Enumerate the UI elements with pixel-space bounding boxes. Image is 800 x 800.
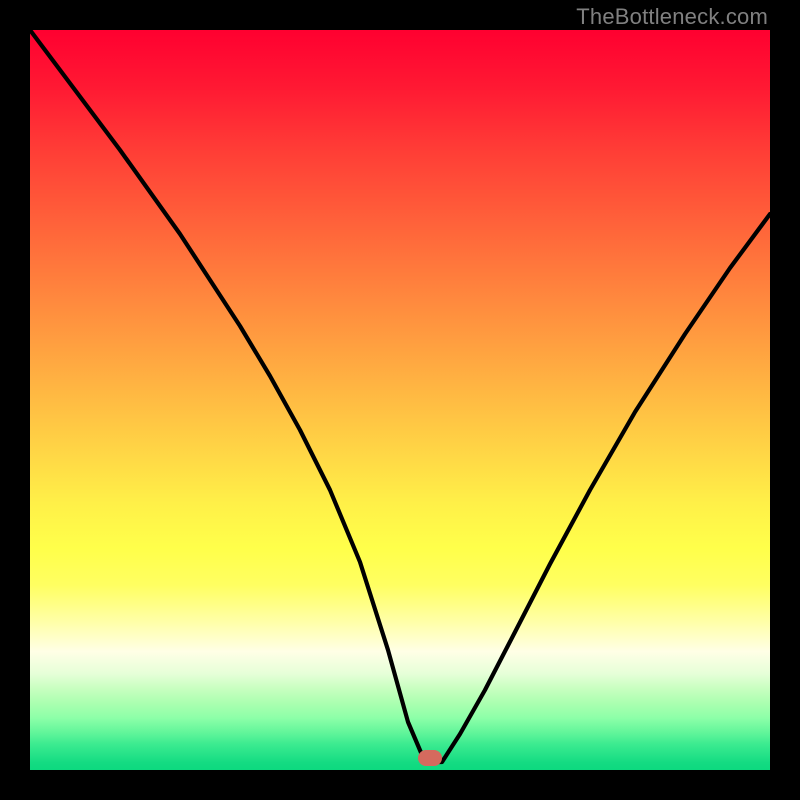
curve-path (30, 30, 770, 762)
minimum-marker (418, 750, 442, 766)
outer-frame: TheBottleneck.com (0, 0, 800, 800)
bottleneck-curve (30, 30, 770, 770)
plot-area (30, 30, 770, 770)
attribution-text: TheBottleneck.com (576, 4, 768, 30)
